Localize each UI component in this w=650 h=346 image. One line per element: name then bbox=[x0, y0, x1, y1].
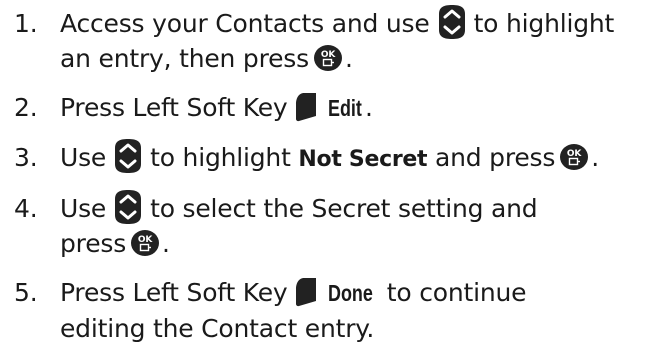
step-number: 4. bbox=[14, 194, 38, 223]
step-5: 5. Press Left Soft Key Done to continue … bbox=[0, 275, 650, 346]
step-text: . bbox=[591, 143, 599, 172]
step-number: 1. bbox=[14, 9, 38, 38]
step-text: to highlight bbox=[473, 9, 615, 38]
step-text: . bbox=[162, 229, 170, 258]
ok-key-icon: OK bbox=[559, 143, 589, 171]
step-number: 3. bbox=[14, 143, 38, 172]
soft-key-label: Done bbox=[327, 280, 373, 306]
step-1: 1. Access your Contacts and use to highl… bbox=[0, 3, 650, 76]
svg-text:OK: OK bbox=[321, 50, 336, 60]
step-2: 2. Press Left Soft Key Edit. bbox=[0, 90, 650, 126]
step-text: Access your Contacts and use bbox=[60, 9, 430, 38]
svg-text:OK: OK bbox=[138, 235, 153, 245]
navigation-key-icon bbox=[110, 188, 146, 226]
step-text: to select the Secret setting and bbox=[150, 194, 538, 223]
navigation-key-icon bbox=[434, 3, 470, 41]
step-text: to highlight bbox=[150, 143, 291, 172]
step-text: . bbox=[364, 93, 373, 122]
instruction-list: 1. Access your Contacts and use to highl… bbox=[0, 3, 650, 346]
step-number: 2. bbox=[14, 93, 38, 122]
step-text: editing the Contact entry. bbox=[60, 314, 375, 343]
option-name: Not Secret bbox=[298, 147, 428, 172]
step-text: press bbox=[60, 229, 127, 258]
step-text: and press bbox=[434, 143, 556, 172]
left-soft-key-icon bbox=[294, 92, 320, 122]
step-text: Press Left Soft Key bbox=[60, 278, 288, 307]
step-text: Use bbox=[60, 143, 107, 172]
step-text: Press Left Soft Key bbox=[60, 93, 288, 122]
svg-text:OK: OK bbox=[567, 149, 582, 159]
soft-key-label: Edit bbox=[327, 95, 362, 121]
ok-key-icon: OK bbox=[130, 229, 160, 257]
step-text: . bbox=[344, 44, 353, 73]
step-4: 4. Use to select the Secret setting and … bbox=[0, 188, 650, 261]
left-soft-key-icon bbox=[294, 277, 320, 307]
step-text: to continue bbox=[386, 278, 527, 307]
step-number: 5. bbox=[14, 278, 38, 307]
step-text: an entry, then press bbox=[60, 44, 309, 73]
step-text: Use bbox=[60, 194, 107, 223]
ok-key-icon: OK bbox=[313, 44, 343, 72]
step-3: 3. Use to highlight Not Secret and press… bbox=[0, 137, 650, 177]
navigation-key-icon bbox=[110, 137, 146, 175]
